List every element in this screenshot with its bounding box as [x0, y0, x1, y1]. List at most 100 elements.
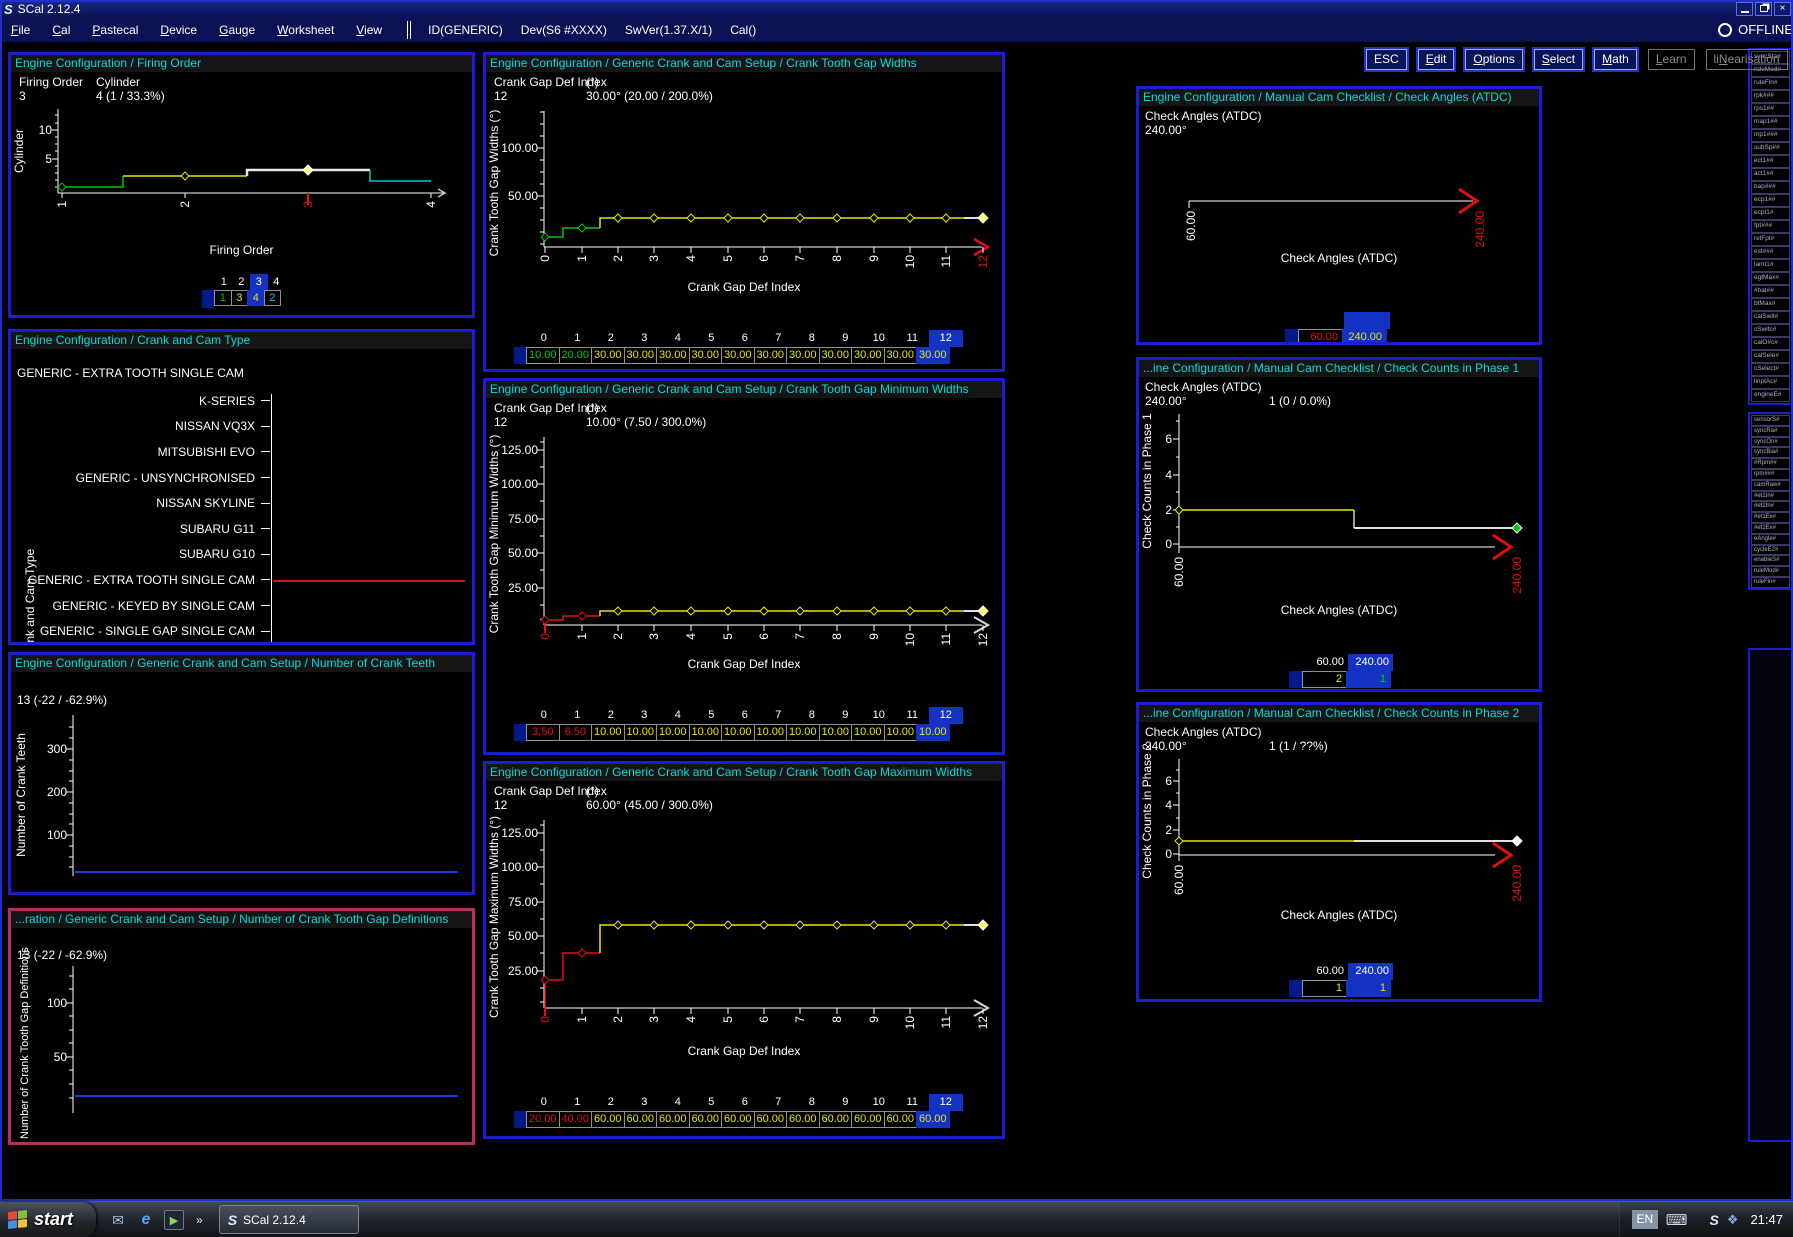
table-header-cell[interactable]: 60.00 — [1303, 963, 1348, 980]
table-cell[interactable]: 10.00 — [754, 724, 788, 741]
watch-item[interactable]: ecpt1# — [1751, 207, 1790, 220]
cam-type-item[interactable]: SUBARU G10 — [11, 542, 469, 568]
watch-item[interactable]: subSp## — [1751, 142, 1790, 155]
phase2-chart[interactable]: 6 4 2 0 Check Counts in Phase 2 60.00 24… — [1139, 751, 1539, 896]
watch-item[interactable]: lamt1# — [1751, 259, 1790, 272]
table-header-cell[interactable]: 6 — [728, 707, 762, 724]
table-header-cell[interactable]: 8 — [795, 1094, 829, 1111]
cam-type-item[interactable]: K-SERIES — [11, 388, 469, 414]
gap-widths-chart[interactable]: 100.00 50.00 Crank Tooth Gap Widths (°) … — [486, 103, 1002, 328]
table-header-cell[interactable]: 0 — [527, 330, 561, 347]
toolbar-button[interactable]: Options — [1465, 49, 1522, 70]
table-header-cell[interactable]: 3 — [628, 1094, 662, 1111]
table-cell[interactable]: 10.00 — [721, 724, 755, 741]
table-cell[interactable]: 60.00 — [851, 1111, 885, 1128]
table-header-cell[interactable]: 1 — [561, 707, 595, 724]
menu-item[interactable]: View — [356, 23, 382, 37]
table-cell[interactable]: 10.00 — [916, 724, 950, 741]
table-cell[interactable]: 30.00 — [721, 347, 755, 364]
watch-item[interactable]: #bat## — [1751, 285, 1790, 298]
watch-item[interactable]: fpt### — [1751, 220, 1790, 233]
cam-type-item[interactable]: SUBARU G11 — [11, 516, 469, 542]
watch-item[interactable]: bap### — [1751, 181, 1790, 194]
menu-item[interactable]: Device — [160, 23, 197, 37]
table-cell[interactable]: 60.00 — [591, 1111, 625, 1128]
toolbar-button[interactable]: Math — [1594, 49, 1637, 70]
check-angles-chart[interactable]: 60.00 240.00 — [1139, 135, 1539, 255]
watch-item[interactable]: #Rpm## — [1751, 458, 1790, 469]
watch-item[interactable]: btMax# — [1751, 298, 1790, 311]
mail-icon[interactable]: ✉ — [108, 1210, 128, 1230]
watch-item[interactable]: rpk### — [1751, 90, 1790, 103]
table-header-cell[interactable]: 10 — [862, 330, 896, 347]
watch-item[interactable]: #et1In# — [1751, 491, 1790, 502]
keyboard-icon[interactable]: ⌨ — [1666, 1211, 1688, 1229]
watch-item[interactable]: #et1Ex# — [1751, 512, 1790, 523]
virtualbox-tray-icon[interactable]: ❖ — [1727, 1212, 1739, 1228]
table-cell[interactable]: 2 — [264, 290, 282, 306]
watch-item[interactable]: cSelect# — [1751, 363, 1790, 376]
menu-item[interactable]: File — [11, 23, 30, 37]
table-header-cell[interactable]: 1 — [215, 274, 233, 290]
table-cell[interactable]: 30.00 — [591, 347, 625, 364]
table-cell[interactable]: 4 — [247, 290, 265, 306]
table-header-cell[interactable]: 5 — [695, 330, 729, 347]
table-header-cell[interactable]: 6 — [728, 330, 762, 347]
watch-item[interactable]: enableS# — [1751, 555, 1790, 566]
table-header-cell[interactable]: 2 — [233, 274, 251, 290]
cam-type-item[interactable]: GENERIC - UNSYNCHRONISED — [11, 465, 469, 491]
watch-item[interactable]: ruleFin# — [1751, 77, 1790, 90]
clock[interactable]: 21:47 — [1750, 1212, 1783, 1227]
scal-tray-icon[interactable]: S — [1709, 1212, 1718, 1228]
cam-type-item[interactable]: MITSUBISHI EVO — [11, 439, 469, 465]
watch-item[interactable]: cycleE2# — [1751, 545, 1790, 556]
table-cell[interactable]: 60.00 — [624, 1111, 658, 1128]
watch-item[interactable]: #et2Ex# — [1751, 523, 1790, 534]
table-cell[interactable]: 6.50 — [559, 724, 593, 741]
cam-type-item[interactable]: GENERIC - EXTRA TOOTH SINGLE CAM — [11, 567, 469, 593]
watch-item[interactable]: act1## — [1751, 168, 1790, 181]
table-header-cell[interactable]: 0 — [527, 707, 561, 724]
table-header-cell[interactable]: 8 — [795, 330, 829, 347]
watch-item[interactable]: calSele# — [1751, 350, 1790, 363]
table-cell[interactable]: 10.00 — [851, 724, 885, 741]
marker-selected[interactable] — [303, 165, 313, 175]
gap-min-chart[interactable]: 125.00 100.00 75.00 50.00 25.00 Crank To… — [486, 429, 1002, 659]
menu-item[interactable]: Cal — [52, 23, 70, 37]
watch-item[interactable]: relFpt# — [1751, 233, 1790, 246]
table-cell[interactable]: 10.00 — [591, 724, 625, 741]
table-cell[interactable]: 60.00 — [819, 1111, 853, 1128]
table-cell[interactable]: 30.00 — [689, 347, 723, 364]
table-cell[interactable]: 30.00 — [819, 347, 853, 364]
table-header-cell[interactable]: 3 — [250, 274, 268, 290]
table-cell[interactable]: 40.00 — [559, 1111, 593, 1128]
table-cell[interactable]: 10.00 — [656, 724, 690, 741]
table-header-cell[interactable]: 9 — [829, 1094, 863, 1111]
table-cell[interactable]: 1 — [214, 290, 232, 306]
watch-item[interactable]: syncOn# — [1751, 437, 1790, 448]
table-cell[interactable]: 30.00 — [851, 347, 885, 364]
watch-item[interactable]: calSwit# — [1751, 311, 1790, 324]
table-header-cell[interactable]: 12 — [929, 707, 963, 724]
table-cell[interactable]: 30.00 — [754, 347, 788, 364]
table-cell[interactable]: 60.00 — [754, 1111, 788, 1128]
crank-teeth-chart[interactable]: 300 200 100 Number of Crank Teeth — [11, 710, 469, 885]
toolbar-button[interactable]: Edit — [1418, 49, 1455, 70]
table-cell[interactable]: 30.00 — [884, 347, 918, 364]
table-cell[interactable]: 60.00 — [656, 1111, 690, 1128]
table-header-cell[interactable]: 1 — [561, 1094, 595, 1111]
table-header-cell[interactable]: 7 — [762, 330, 796, 347]
table-cell[interactable]: 30.00 — [656, 347, 690, 364]
chevron-icon[interactable]: » — [196, 1213, 203, 1227]
watch-item[interactable]: map1## — [1751, 116, 1790, 129]
marker-end-white[interactable] — [1512, 836, 1522, 846]
watch-item[interactable]: mp1### — [1751, 129, 1790, 142]
toolbar-button[interactable]: liNearisation — [1706, 49, 1788, 70]
watch-item[interactable]: syncRa# — [1751, 426, 1790, 437]
start-button[interactable]: start — [0, 1202, 96, 1237]
table-cell[interactable]: 3.50 — [526, 724, 560, 741]
table-cell[interactable]: 60.00 — [721, 1111, 755, 1128]
table-cell[interactable]: 240.00 — [1342, 329, 1387, 345]
table-header-cell[interactable]: 4 — [661, 707, 695, 724]
menu-item[interactable]: Worksheet — [277, 23, 334, 37]
